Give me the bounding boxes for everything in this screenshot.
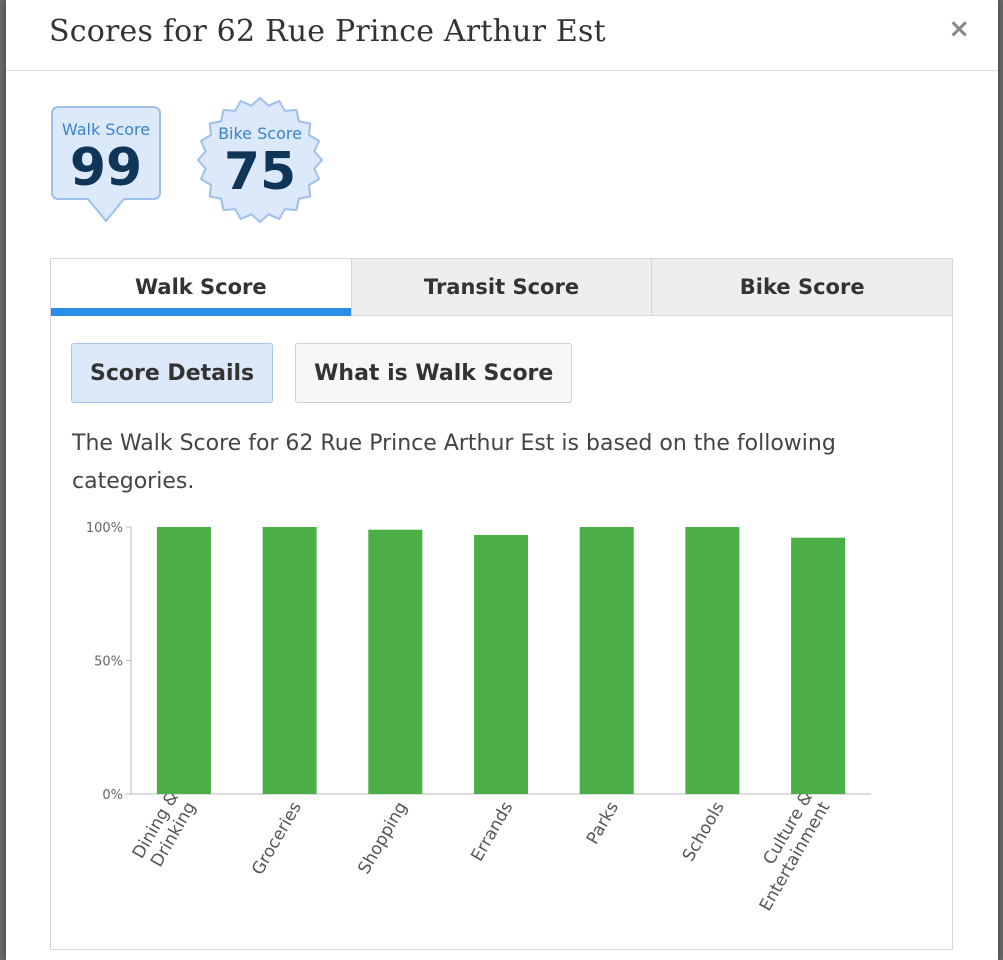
bike-score-badge[interactable]: Bike Score 75: [195, 95, 325, 225]
x-tick-label: Groceries: [248, 798, 306, 878]
x-tick-label-group: Parks: [583, 798, 623, 848]
x-tick-label-group: Errands: [467, 798, 517, 865]
score-details-button[interactable]: Score Details: [71, 343, 274, 403]
what-is-walk-score-button[interactable]: What is Walk Score: [295, 343, 573, 403]
bar[interactable]: [156, 527, 211, 794]
tab-bike-score[interactable]: Bike Score: [651, 259, 953, 315]
modal-header: Scores for 62 Rue Prince Arthur Est ×: [6, 0, 998, 71]
x-tick-label: Errands: [467, 798, 517, 865]
category-bar-chart: 100% 50% 0% Dining &Drinking Groceries Shoppi…: [86, 521, 871, 915]
subtab-buttons: Score Details What is Walk Score: [71, 343, 573, 403]
x-tick-label: Parks: [583, 798, 623, 848]
bike-score-label: Bike Score: [218, 124, 302, 143]
walk-score-value: 99: [70, 138, 142, 198]
walk-score-label: Walk Score: [62, 120, 150, 139]
bike-score-value: 75: [224, 142, 296, 202]
bar[interactable]: [474, 535, 528, 794]
x-tick-label: Shopping: [354, 799, 411, 878]
x-tick-label-group: Culture &Entertainment: [756, 789, 835, 915]
y-tick-label: 0%: [102, 788, 123, 803]
y-tick-label: 50%: [94, 655, 123, 670]
y-tick-label: 100%: [86, 521, 123, 536]
modal-title: Scores for 62 Rue Prince Arthur Est: [49, 14, 606, 49]
score-panel: Walk Score Transit Score Bike Score Scor…: [50, 258, 953, 950]
bar[interactable]: [262, 527, 317, 794]
score-badges: Walk Score 99 Bike Score 75: [50, 95, 350, 230]
x-tick-label-group: Schools: [679, 798, 729, 865]
bar[interactable]: [368, 529, 423, 794]
bar[interactable]: [579, 527, 634, 794]
score-description: The Walk Score for 62 Rue Prince Arthur …: [72, 431, 836, 494]
x-tick-label-group: Groceries: [248, 798, 306, 878]
scores-modal: Scores for 62 Rue Prince Arthur Est × Wa…: [6, 0, 998, 960]
close-icon[interactable]: ×: [948, 14, 970, 44]
x-tick-label: Schools: [679, 798, 729, 865]
walk-score-badge[interactable]: Walk Score 99: [50, 105, 162, 225]
bar[interactable]: [791, 537, 846, 794]
score-tabs: Walk Score Transit Score Bike Score: [51, 259, 953, 316]
x-tick-label-group: Shopping: [354, 799, 411, 878]
tab-transit-score[interactable]: Transit Score: [350, 259, 652, 315]
tab-walk-score[interactable]: Walk Score: [51, 259, 351, 316]
bar[interactable]: [685, 527, 740, 794]
x-tick-label-group: Dining &Drinking: [129, 789, 200, 871]
